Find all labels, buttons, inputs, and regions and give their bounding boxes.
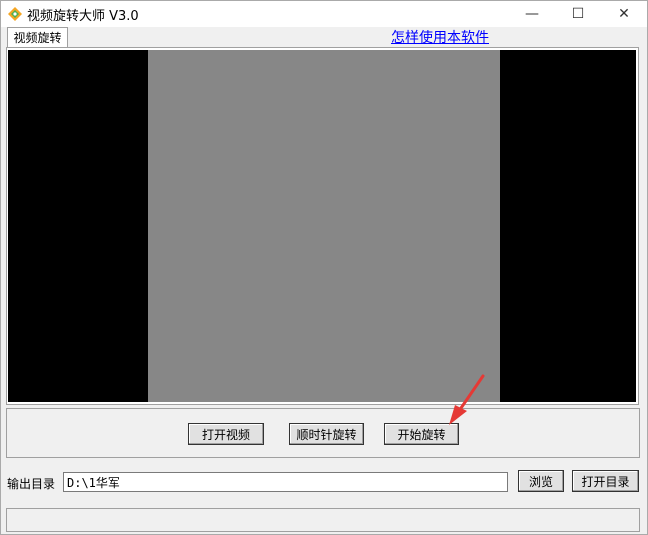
start-rotate-button[interactable]: 开始旋转 — [384, 423, 459, 445]
video-preview — [8, 50, 636, 402]
app-logo-icon — [8, 7, 22, 21]
maximize-button[interactable]: ☐ — [555, 1, 601, 27]
tab-video-rotate[interactable]: 视频旋转 — [7, 27, 68, 47]
browse-button[interactable]: 浏览 — [518, 470, 564, 492]
title-bar[interactable]: 视频旋转大师 V3.0 — ☐ ✕ — [1, 1, 647, 27]
app-window: 视频旋转大师 V3.0 — ☐ ✕ 视频旋转 怎样使用本软件 打开视频 顺时针旋… — [0, 0, 648, 535]
output-dir-label: 输出目录 — [7, 477, 56, 491]
minimize-button[interactable]: — — [509, 1, 555, 27]
rotate-clockwise-button[interactable]: 顺时针旋转 — [289, 423, 364, 445]
open-video-button[interactable]: 打开视频 — [188, 423, 264, 445]
output-dir-field[interactable]: D:\1华军 — [63, 472, 508, 492]
status-bar — [6, 508, 640, 532]
close-button[interactable]: ✕ — [601, 1, 647, 27]
open-directory-button[interactable]: 打开目录 — [572, 470, 639, 492]
window-title: 视频旋转大师 V3.0 — [27, 9, 139, 24]
video-frame — [148, 50, 500, 402]
help-link[interactable]: 怎样使用本软件 — [391, 27, 489, 47]
